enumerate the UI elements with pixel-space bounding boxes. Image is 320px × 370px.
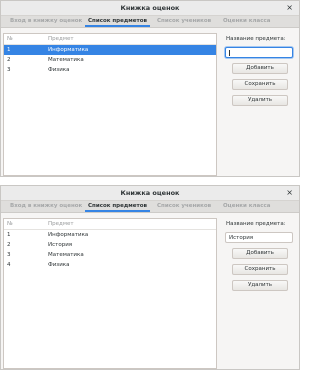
title-bar[interactable]: Книжка оценок × <box>1 186 299 201</box>
row-num: 2 <box>7 57 11 63</box>
list-item[interactable]: 2 Математика <box>4 55 216 65</box>
title-bar[interactable]: Книжка оценок × <box>1 1 299 16</box>
close-icon[interactable]: × <box>286 188 293 197</box>
gradebook-window-2: Книжка оценок × Вход в книжку оценок Спи… <box>0 185 300 370</box>
list-header: № Предмет <box>4 34 216 45</box>
list-item[interactable]: 1 Информатика <box>4 230 216 240</box>
list-item[interactable]: 2 История <box>4 240 216 250</box>
delete-button[interactable]: Удалить <box>232 280 288 291</box>
subject-name-field[interactable]: История <box>225 232 293 243</box>
subject-name-label: Название предмета: <box>226 36 286 42</box>
window-title: Книжка оценок <box>120 189 180 197</box>
row-subject: Математика <box>48 57 84 63</box>
row-subject: Информатика <box>48 47 89 53</box>
row-num: 1 <box>7 47 11 53</box>
column-header-subject[interactable]: Предмет <box>48 36 74 42</box>
subject-name-label: Название предмета: <box>226 221 286 227</box>
list-header: № Предмет <box>4 219 216 230</box>
tab-class-grades[interactable]: Оценки класса <box>223 18 271 24</box>
tab-students[interactable]: Список учеников <box>157 18 211 24</box>
list-item[interactable]: 3 Физика <box>4 65 216 75</box>
row-num: 2 <box>7 242 11 248</box>
column-header-num[interactable]: № <box>7 221 13 227</box>
tab-subjects[interactable]: Список предметов <box>85 203 150 212</box>
subjects-list[interactable]: № Предмет 1 Информатика 2 История 3 Мате… <box>3 218 217 369</box>
subject-edit-panel: Название предмета: История Добавить Сохр… <box>222 219 296 291</box>
tab-bar: Вход в книжку оценок Список предметов Сп… <box>1 16 299 28</box>
subjects-list[interactable]: № Предмет 1 Информатика 2 Математика 3 Ф… <box>3 33 217 176</box>
subject-edit-panel: Название предмета: Добавить Сохранить Уд… <box>222 34 296 106</box>
tab-subjects[interactable]: Список предметов <box>85 18 150 27</box>
delete-button[interactable]: Удалить <box>232 95 288 106</box>
window-title: Книжка оценок <box>120 4 180 12</box>
row-num: 4 <box>7 262 11 268</box>
column-header-subject[interactable]: Предмет <box>48 221 74 227</box>
add-button[interactable]: Добавить <box>232 63 288 74</box>
tab-login[interactable]: Вход в книжку оценок <box>10 18 82 24</box>
row-subject: История <box>48 242 73 248</box>
tab-class-grades[interactable]: Оценки класса <box>223 203 271 209</box>
row-subject: Информатика <box>48 232 89 238</box>
save-button[interactable]: Сохранить <box>232 264 288 275</box>
text-caret <box>229 50 230 56</box>
row-num: 3 <box>7 67 11 73</box>
row-subject: Физика <box>48 262 70 268</box>
tab-bar: Вход в книжку оценок Список предметов Сп… <box>1 201 299 213</box>
tab-login[interactable]: Вход в книжку оценок <box>10 203 82 209</box>
list-item[interactable]: 4 Физика <box>4 260 216 270</box>
row-num: 1 <box>7 232 11 238</box>
gradebook-window-1: Книжка оценок × Вход в книжку оценок Спи… <box>0 0 300 177</box>
list-item[interactable]: 1 Информатика <box>4 45 216 55</box>
row-subject: Математика <box>48 252 84 258</box>
tab-students[interactable]: Список учеников <box>157 203 211 209</box>
row-subject: Физика <box>48 67 70 73</box>
save-button[interactable]: Сохранить <box>232 79 288 90</box>
list-item[interactable]: 3 Математика <box>4 250 216 260</box>
subject-name-field[interactable] <box>225 47 293 58</box>
column-header-num[interactable]: № <box>7 36 13 42</box>
add-button[interactable]: Добавить <box>232 248 288 259</box>
close-icon[interactable]: × <box>286 3 293 12</box>
row-num: 3 <box>7 252 11 258</box>
